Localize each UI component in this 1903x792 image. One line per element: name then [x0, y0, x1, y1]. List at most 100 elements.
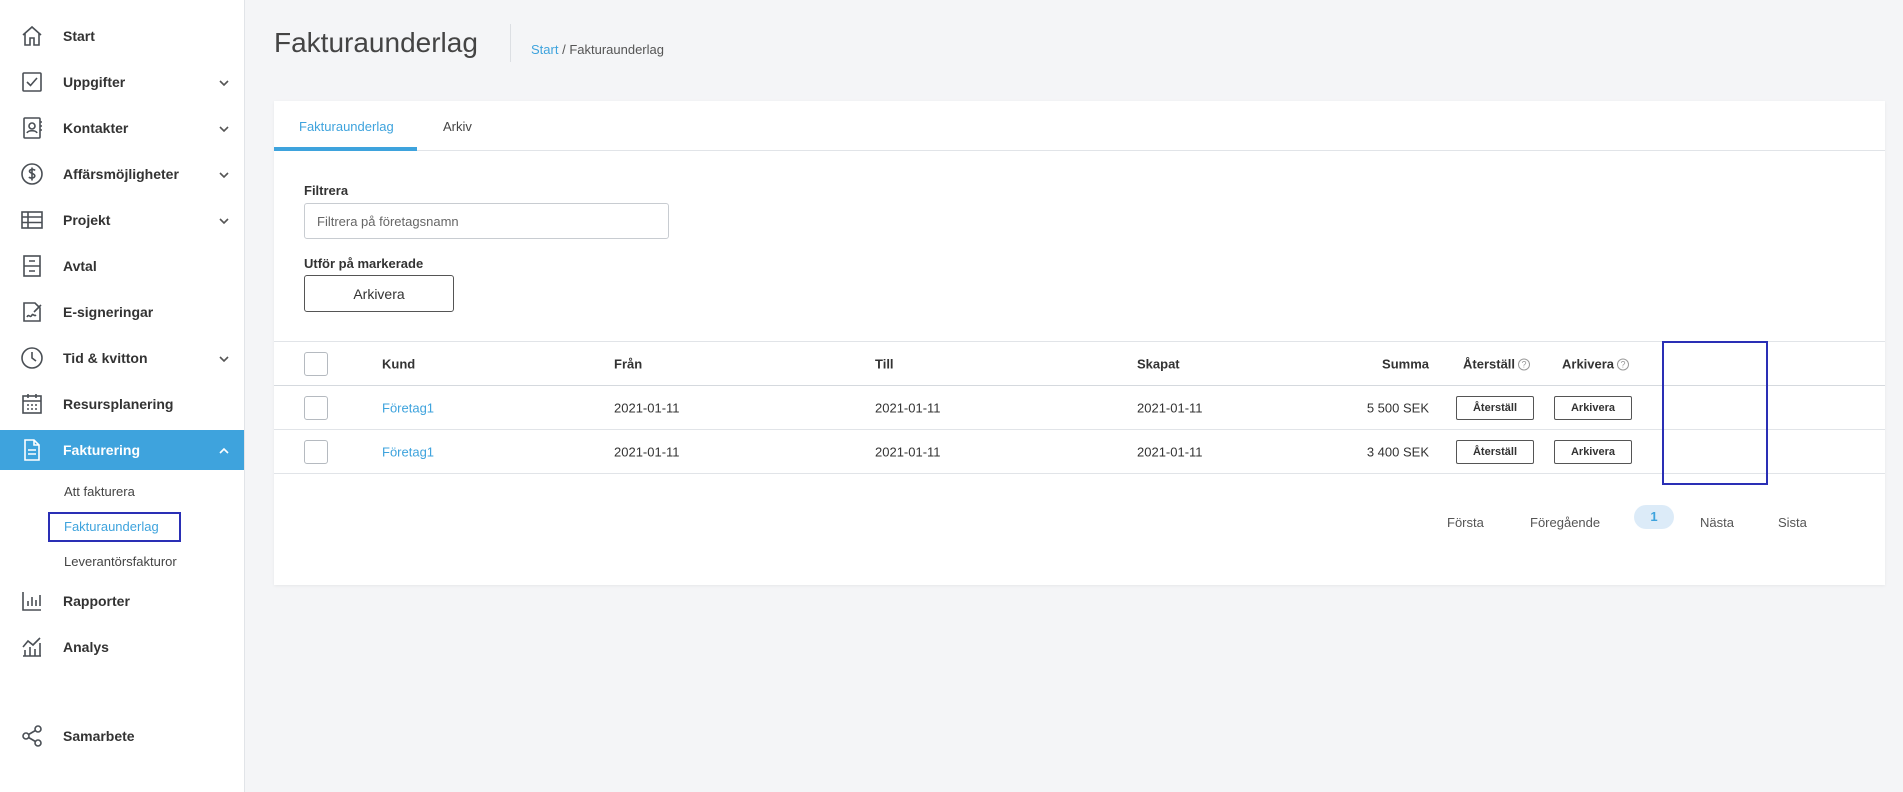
table-icon: [20, 208, 44, 232]
sidebar-item-tid-kvitton[interactable]: Tid & kvitton: [0, 338, 244, 378]
chevron-down-icon: [218, 214, 230, 226]
customer-link[interactable]: Företag1: [382, 444, 434, 459]
contacts-icon: [20, 116, 44, 140]
sidebar-item-label: Resursplanering: [63, 396, 174, 412]
help-icon[interactable]: ?: [1617, 358, 1630, 371]
checkbox-icon: [20, 70, 44, 94]
sidebar-item-label: Avtal: [63, 258, 97, 274]
active-tab-indicator: [274, 147, 417, 151]
clock-icon: [20, 346, 44, 370]
column-header-arkivera: Arkivera?: [1562, 356, 1630, 371]
highlight-box: [1662, 341, 1768, 485]
chevron-up-icon: [218, 444, 230, 456]
sidebar-item-label: Uppgifter: [63, 74, 126, 90]
page-title: Fakturaunderlag: [274, 27, 478, 58]
sidebar-item-kontakter[interactable]: Kontakter: [0, 108, 244, 148]
chevron-down-icon: [218, 76, 230, 88]
cabinet-icon: [20, 254, 44, 278]
row-checkbox[interactable]: [304, 395, 328, 420]
sidebar-item-rapporter[interactable]: Rapporter: [0, 581, 244, 621]
calendar-icon: [20, 392, 44, 416]
sidebar-item-avtal[interactable]: Avtal: [0, 246, 244, 286]
sidebar-item-fakturering[interactable]: Fakturering: [0, 430, 244, 470]
cell-till: 2021-01-11: [875, 444, 941, 459]
sidebar-item-label: E-signeringar: [63, 304, 154, 320]
cell-fran: 2021-01-11: [614, 400, 680, 415]
breadcrumb-separator: /: [558, 42, 570, 57]
row-checkbox[interactable]: [304, 439, 328, 464]
sidebar-item-projekt[interactable]: Projekt: [0, 200, 244, 240]
document-icon: [20, 438, 44, 462]
sidebar-item-label: Fakturering: [63, 442, 141, 458]
tab-bar: Fakturaunderlag Arkiv: [274, 101, 1885, 151]
pagination-prev[interactable]: Föregående: [1530, 515, 1600, 530]
sidebar-item-label: Kontakter: [63, 120, 129, 136]
cell-skapat: 2021-01-11: [1137, 444, 1203, 459]
column-header-fran[interactable]: Från: [614, 356, 642, 371]
customer-link[interactable]: Företag1: [382, 400, 434, 415]
cell-skapat: 2021-01-11: [1137, 400, 1203, 415]
pagination-current-page[interactable]: 1: [1634, 505, 1674, 529]
sidebar: Start Uppgifter Kontakter Affärsmöjlighe…: [0, 0, 245, 792]
cell-summa: 3 400 SEK: [1366, 444, 1429, 459]
tab-fakturaunderlag[interactable]: Fakturaunderlag: [299, 119, 394, 134]
bulk-action-label: Utför på markerade: [304, 256, 424, 271]
column-header-kund[interactable]: Kund: [382, 356, 415, 371]
pagination-last[interactable]: Sista: [1778, 515, 1807, 530]
sidebar-item-start[interactable]: Start: [0, 16, 244, 56]
home-icon: [20, 24, 44, 48]
pagination-next[interactable]: Nästa: [1700, 515, 1734, 530]
breadcrumb-home-link[interactable]: Start: [531, 42, 558, 57]
filter-label: Filtrera: [304, 183, 349, 198]
sidebar-subitem-att-fakturera[interactable]: Att fakturera: [64, 484, 135, 499]
chevron-down-icon: [218, 168, 230, 180]
cell-fran: 2021-01-11: [614, 444, 680, 459]
restore-button[interactable]: Återställ: [1456, 439, 1534, 464]
signature-icon: [20, 300, 44, 324]
table-header-row: Kund Från Till Skapat Summa Återställ? A…: [274, 341, 1885, 386]
archive-button[interactable]: Arkivera: [1554, 439, 1632, 464]
chevron-down-icon: [218, 352, 230, 364]
highlight-box: [48, 512, 181, 542]
filter-input[interactable]: [304, 203, 669, 239]
column-header-summa[interactable]: Summa: [1324, 356, 1429, 371]
cell-till: 2021-01-11: [875, 400, 941, 415]
bulk-archive-button[interactable]: Arkivera: [304, 275, 454, 312]
help-icon[interactable]: ?: [1518, 358, 1531, 371]
sidebar-item-label: Affärsmöjligheter: [63, 166, 179, 182]
archive-button[interactable]: Arkivera: [1554, 395, 1632, 420]
tab-arkiv[interactable]: Arkiv: [443, 119, 472, 134]
sidebar-item-affarsmojligheter[interactable]: Affärsmöjligheter: [0, 154, 244, 194]
sidebar-item-uppgifter[interactable]: Uppgifter: [0, 62, 244, 102]
column-header-arkivera-label: Arkivera: [1562, 356, 1615, 371]
column-header-skapat[interactable]: Skapat: [1137, 356, 1180, 371]
column-header-aterstall: Återställ?: [1463, 356, 1531, 371]
select-all-checkbox[interactable]: [304, 351, 328, 376]
title-divider: [510, 24, 511, 62]
sidebar-item-samarbete[interactable]: Samarbete: [0, 716, 244, 756]
chevron-down-icon: [218, 122, 230, 134]
breadcrumb-current: Fakturaunderlag: [569, 42, 664, 57]
column-header-aterstall-label: Återställ: [1463, 356, 1516, 371]
sidebar-item-label: Rapporter: [63, 593, 130, 609]
table-row: Företag1 2021-01-11 2021-01-11 2021-01-1…: [274, 386, 1885, 430]
restore-button[interactable]: Återställ: [1456, 395, 1534, 420]
column-header-till[interactable]: Till: [875, 356, 894, 371]
share-icon: [20, 724, 44, 748]
sidebar-item-e-signeringar[interactable]: E-signeringar: [0, 292, 244, 332]
sidebar-item-resursplanering[interactable]: Resursplanering: [0, 384, 244, 424]
bar-chart-icon: [20, 589, 44, 613]
sidebar-item-label: Analys: [63, 639, 109, 655]
sidebar-item-analys[interactable]: Analys: [0, 627, 244, 667]
breadcrumb: Start / Fakturaunderlag: [531, 42, 664, 57]
sidebar-item-label: Samarbete: [63, 728, 135, 744]
cell-summa: 5 500 SEK: [1366, 400, 1429, 415]
pagination-first[interactable]: Första: [1447, 515, 1484, 530]
sidebar-item-label: Start: [63, 28, 95, 44]
sidebar-item-label: Projekt: [63, 212, 111, 228]
sidebar-item-label: Tid & kvitton: [63, 350, 148, 366]
main-card: Fakturaunderlag Arkiv Filtrera Utför på …: [274, 101, 1885, 585]
table-row: Företag1 2021-01-11 2021-01-11 2021-01-1…: [274, 430, 1885, 474]
dollar-icon: [20, 162, 44, 186]
sidebar-subitem-leverantorsfakturor[interactable]: Leverantörsfakturor: [64, 554, 177, 569]
